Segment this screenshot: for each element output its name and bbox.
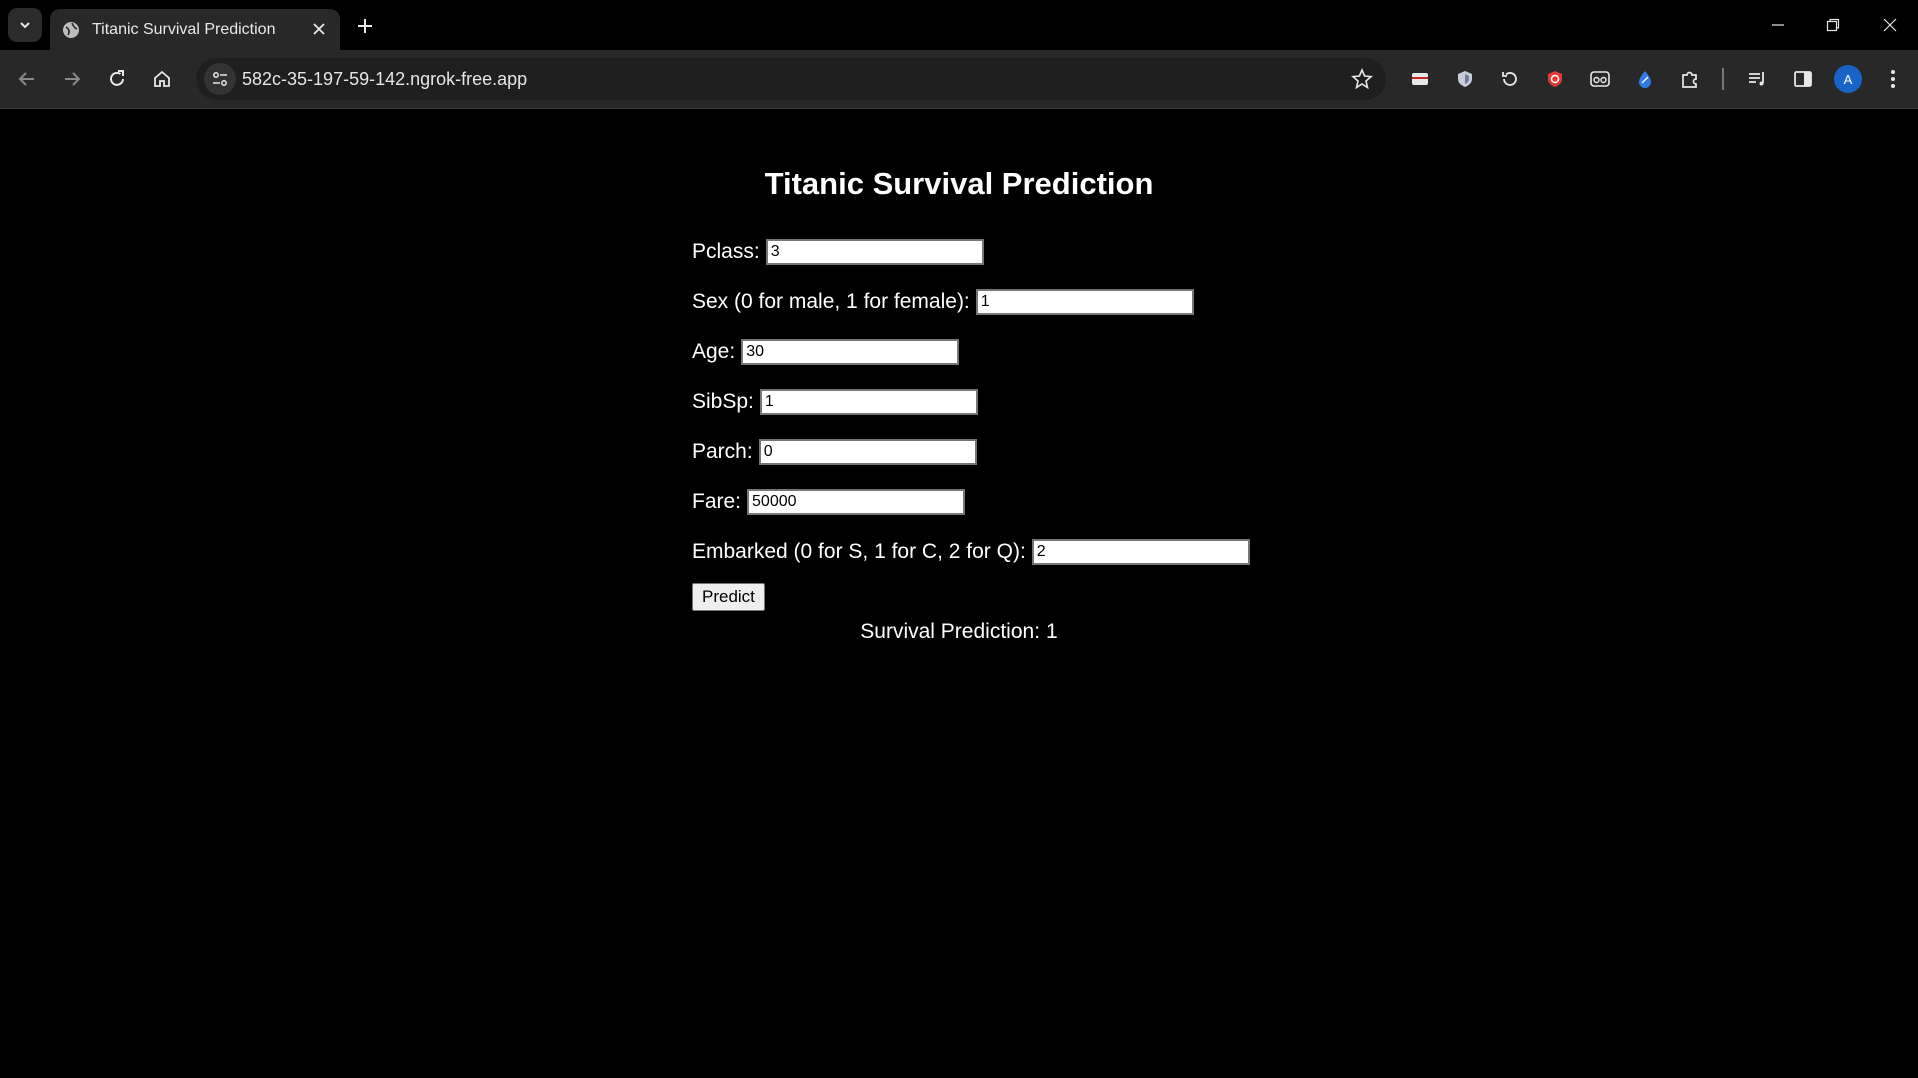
close-tab-icon[interactable] xyxy=(310,20,328,38)
predict-button[interactable]: Predict xyxy=(692,583,765,611)
reload-button[interactable] xyxy=(100,62,134,96)
field-row-fare: Fare: xyxy=(692,477,1250,527)
extension-card-icon[interactable] xyxy=(1405,64,1435,94)
tab-search-button[interactable] xyxy=(8,8,42,42)
browser-toolbar: 582c-35-197-59-142.ngrok-free.app A xyxy=(0,50,1918,109)
side-panel-icon[interactable] xyxy=(1788,64,1818,94)
page-content: Titanic Survival Prediction Pclass: Sex … xyxy=(0,109,1918,1078)
extension-glasses-icon[interactable] xyxy=(1585,64,1615,94)
embarked-input[interactable] xyxy=(1031,539,1250,565)
fare-label: Fare: xyxy=(692,490,742,513)
field-row-pclass: Pclass: xyxy=(692,227,1250,277)
age-input[interactable] xyxy=(741,339,960,365)
result-label: Survival Prediction: xyxy=(860,620,1041,643)
close-window-button[interactable] xyxy=(1875,10,1905,40)
survival-prediction-result: Survival Prediction: 1 xyxy=(0,620,1918,644)
field-row-parch: Parch: xyxy=(692,427,1250,477)
plus-icon xyxy=(358,19,372,33)
back-arrow-icon xyxy=(18,72,34,86)
fare-input[interactable] xyxy=(747,489,966,515)
parch-input[interactable] xyxy=(758,439,977,465)
back-button[interactable] xyxy=(10,62,44,96)
forward-arrow-icon xyxy=(65,72,81,86)
parch-label: Parch: xyxy=(692,440,753,463)
field-row-age: Age: xyxy=(692,327,1250,377)
kebab-menu-icon[interactable] xyxy=(1878,64,1908,94)
address-bar[interactable]: 582c-35-197-59-142.ngrok-free.app xyxy=(196,58,1386,100)
toolbar-divider xyxy=(1722,68,1724,90)
media-controls-icon[interactable] xyxy=(1743,64,1773,94)
field-row-sex: Sex (0 for male, 1 for female): xyxy=(692,277,1250,327)
tab-strip: Titanic Survival Prediction xyxy=(0,0,1918,50)
restore-icon xyxy=(1826,18,1840,32)
profile-avatar[interactable]: A xyxy=(1834,65,1862,93)
age-label: Age: xyxy=(692,340,736,363)
field-row-sibsp: SibSp: xyxy=(692,377,1250,427)
forward-button[interactable] xyxy=(55,62,89,96)
sibsp-input[interactable] xyxy=(759,389,978,415)
extension-shield-icon[interactable] xyxy=(1450,64,1480,94)
site-info-button[interactable] xyxy=(204,63,236,95)
result-value: 1 xyxy=(1046,620,1058,643)
new-tab-button[interactable] xyxy=(352,13,378,39)
extensions-puzzle-icon[interactable] xyxy=(1675,64,1705,94)
extension-drop-icon[interactable] xyxy=(1630,64,1660,94)
sex-label: Sex (0 for male, 1 for female): xyxy=(692,290,970,313)
extension-adblock-icon[interactable] xyxy=(1540,64,1570,94)
prediction-form: Pclass: Sex (0 for male, 1 for female): … xyxy=(692,227,1250,611)
page-title: Titanic Survival Prediction xyxy=(764,166,1154,201)
active-tab[interactable]: Titanic Survival Prediction xyxy=(50,9,340,50)
extension-history-icon[interactable] xyxy=(1495,64,1525,94)
url-text[interactable]: 582c-35-197-59-142.ngrok-free.app xyxy=(242,69,527,90)
sex-input[interactable] xyxy=(975,289,1194,315)
globe-icon xyxy=(62,21,80,39)
minimize-button[interactable] xyxy=(1763,10,1793,40)
tab-title: Titanic Survival Prediction xyxy=(92,20,276,38)
home-button[interactable] xyxy=(145,62,179,96)
bookmark-star-icon[interactable] xyxy=(1350,67,1374,91)
close-icon xyxy=(1883,18,1897,32)
pclass-input[interactable] xyxy=(765,239,984,265)
home-icon xyxy=(154,70,170,87)
chevron-down-icon xyxy=(20,22,30,29)
pclass-label: Pclass: xyxy=(692,240,760,263)
sibsp-label: SibSp: xyxy=(692,390,754,413)
reload-icon xyxy=(110,70,124,86)
minimize-icon xyxy=(1772,24,1784,26)
restore-button[interactable] xyxy=(1818,10,1848,40)
embarked-label: Embarked (0 for S, 1 for C, 2 for Q): xyxy=(692,540,1026,563)
field-row-embarked: Embarked (0 for S, 1 for C, 2 for Q): xyxy=(692,527,1250,577)
tune-icon xyxy=(213,72,227,86)
